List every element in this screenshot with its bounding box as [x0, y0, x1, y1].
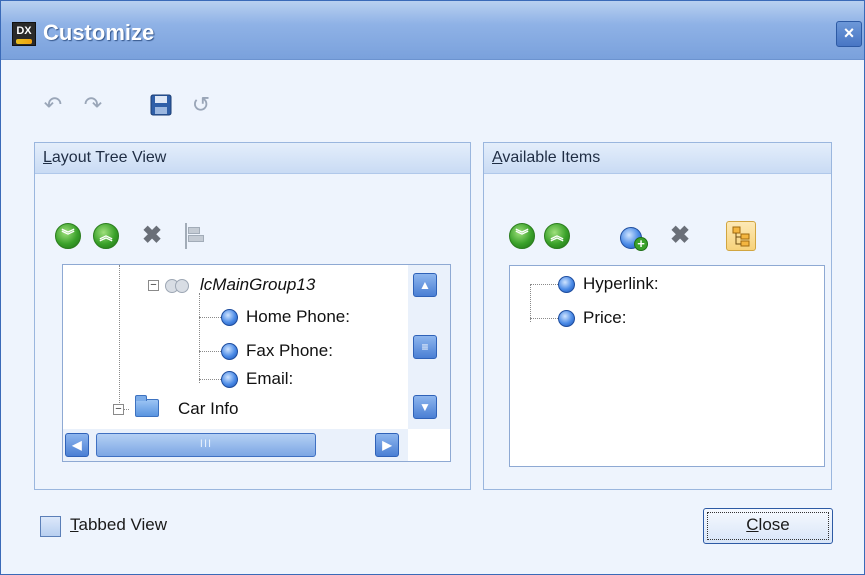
- tree-item[interactable]: Email:: [221, 367, 293, 391]
- delete-icon[interactable]: ✖: [667, 223, 693, 249]
- layout-tree-header: Layout Tree View: [35, 143, 470, 174]
- tabbed-view-label[interactable]: Tabbed View: [70, 515, 167, 535]
- tree-group-label[interactable]: lcMainGroup13: [200, 273, 315, 297]
- available-items-title: Available Items: [492, 149, 601, 166]
- layout-tree[interactable]: − lcMainGroup13 Home Phone: Fax Phone: E…: [62, 264, 451, 462]
- move-down-icon[interactable]: ︾: [55, 223, 81, 249]
- item-bullet-icon: [558, 276, 575, 294]
- item-bullet-icon: [558, 310, 575, 328]
- window-close-button[interactable]: ×: [836, 21, 862, 47]
- scroll-down-button[interactable]: ▼: [413, 395, 437, 419]
- scroll-thumb[interactable]: ≡: [413, 335, 437, 359]
- available-item[interactable]: Price:: [558, 306, 626, 330]
- save-icon[interactable]: [149, 93, 173, 117]
- undo-icon[interactable]: ↶: [41, 93, 65, 117]
- window-title: Customize: [43, 20, 155, 45]
- available-item[interactable]: Hyperlink:: [558, 272, 659, 296]
- redo-icon[interactable]: ↷: [81, 93, 105, 117]
- title-bar[interactable]: DX Customize ×: [1, 1, 864, 60]
- tree-view-icon[interactable]: [726, 221, 756, 251]
- folder-icon: [135, 395, 159, 417]
- horizontal-scrollbar[interactable]: ◀ III ▶: [63, 429, 408, 461]
- add-item-icon[interactable]: +: [620, 223, 650, 251]
- tree-item[interactable]: Home Phone:: [221, 305, 350, 329]
- hscroll-thumb[interactable]: III: [96, 433, 316, 457]
- tree-item[interactable]: Fax Phone:: [221, 339, 333, 363]
- move-down-icon[interactable]: ︾: [509, 223, 535, 249]
- scroll-left-button[interactable]: ◀: [65, 433, 89, 457]
- move-up-icon[interactable]: ︽: [93, 223, 119, 249]
- available-items-header: Available Items: [484, 143, 831, 174]
- scroll-up-button[interactable]: ▲: [413, 273, 437, 297]
- customize-window: DX Customize × ↶ ↷ ↺ Layout Tree View ︾ …: [0, 0, 865, 575]
- tree-folder-label[interactable]: Car Info: [178, 397, 238, 421]
- layout-tree-panel: Layout Tree View ︾ ︽ ✖ − lcMainGroup13 H…: [34, 142, 471, 490]
- move-up-icon[interactable]: ︽: [544, 223, 570, 249]
- collapse-folder-icon[interactable]: −: [113, 404, 124, 415]
- delete-icon[interactable]: ✖: [139, 223, 165, 249]
- item-bullet-icon: [221, 309, 238, 327]
- item-bullet-icon: [221, 371, 238, 389]
- group-icon: [165, 279, 195, 293]
- available-items-panel: Available Items ︾ ︽ + ✖ Hyperlink: Price…: [483, 142, 832, 490]
- scroll-right-button[interactable]: ▶: [375, 433, 399, 457]
- item-bullet-icon: [221, 343, 238, 361]
- tabbed-view-checkbox[interactable]: [40, 516, 61, 537]
- reset-icon[interactable]: ↺: [189, 93, 213, 117]
- app-logo-icon: DX: [12, 22, 36, 46]
- layout-tree-title: Layout Tree View: [43, 149, 167, 166]
- available-items-list[interactable]: Hyperlink: Price:: [509, 265, 825, 467]
- collapse-group-icon[interactable]: −: [148, 280, 159, 291]
- close-button[interactable]: Close: [703, 508, 833, 544]
- vertical-scrollbar[interactable]: ▲ ≡ ▼: [408, 265, 450, 429]
- align-icon: [181, 223, 205, 249]
